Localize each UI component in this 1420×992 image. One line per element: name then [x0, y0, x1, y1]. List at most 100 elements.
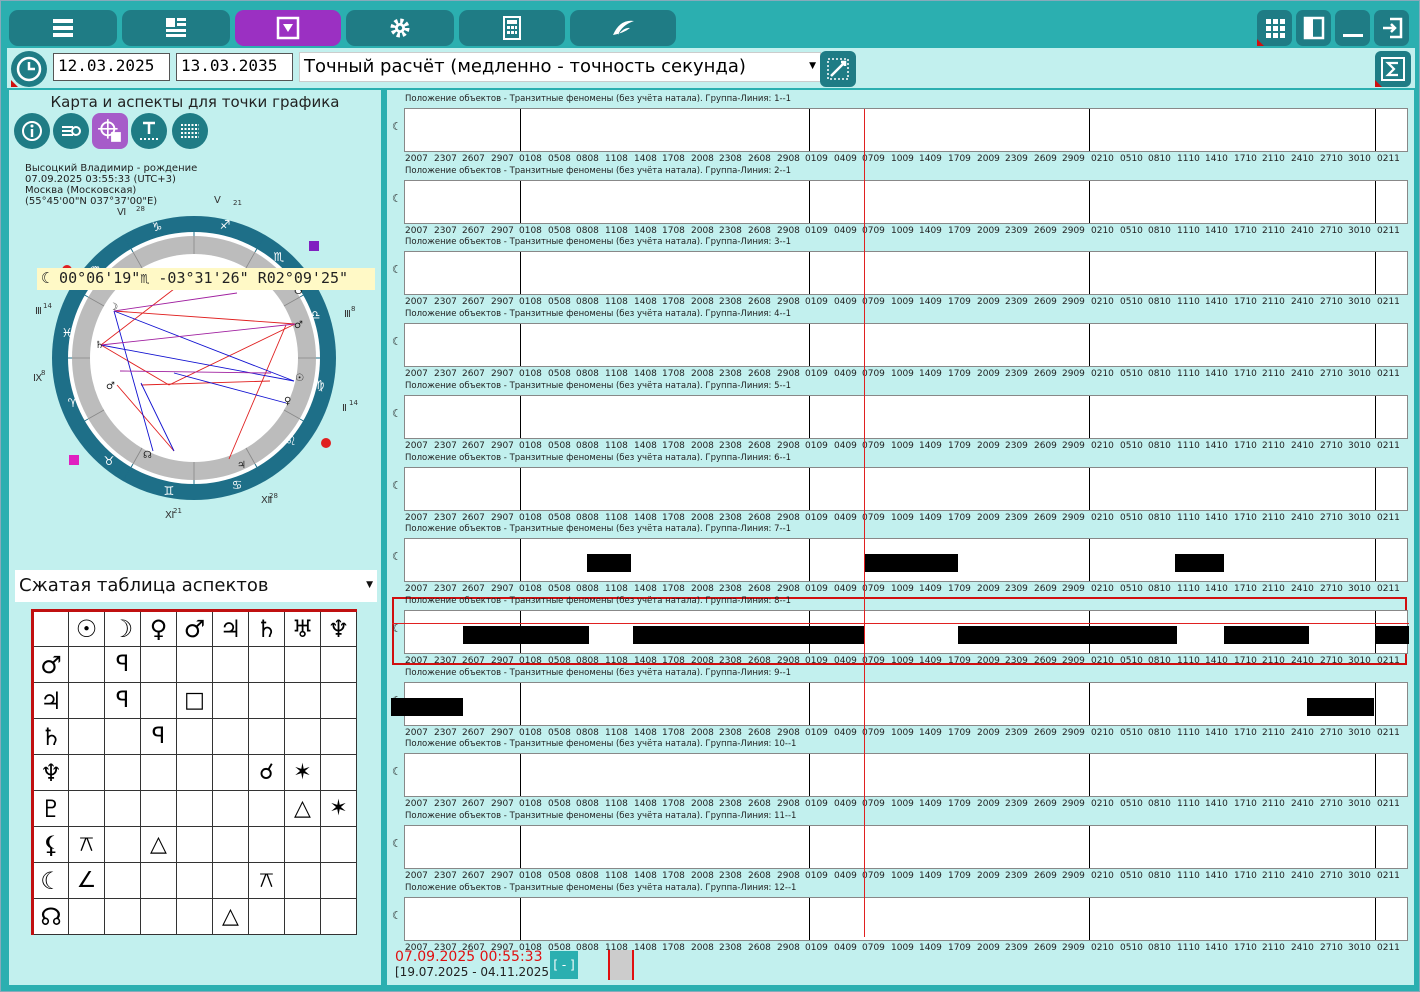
aspect-cell[interactable]	[104, 718, 141, 755]
aspect-cell[interactable]: △	[212, 898, 249, 935]
aspect-cell[interactable]	[104, 898, 141, 935]
timeline-row[interactable]	[404, 323, 1408, 368]
aspect-cell[interactable]	[212, 646, 249, 683]
aspect-cell[interactable]	[248, 646, 285, 683]
phenomenon-bar[interactable]	[958, 625, 1177, 644]
grid-view-button[interactable]	[1257, 10, 1292, 46]
date-to-input[interactable]: 13.03.2035	[176, 53, 293, 81]
phenomenon-bar[interactable]	[587, 554, 631, 573]
aspect-cell[interactable]	[140, 754, 177, 791]
phenomenon-bar[interactable]	[1375, 625, 1409, 644]
aspect-cell[interactable]	[104, 862, 141, 899]
date-from-input[interactable]: 12.03.2025	[53, 53, 170, 81]
aspect-cell[interactable]	[68, 718, 105, 755]
aspect-cell[interactable]	[68, 646, 105, 683]
logo-button[interactable]	[570, 10, 676, 46]
aspect-cell[interactable]	[104, 790, 141, 827]
aspect-cell[interactable]	[176, 646, 213, 683]
aspect-cell[interactable]	[140, 646, 177, 683]
timeline-row[interactable]	[404, 609, 1409, 654]
sum-button[interactable]	[1375, 51, 1411, 87]
aspect-cell[interactable]: △	[284, 790, 321, 827]
crosshair-grid-button[interactable]	[92, 113, 128, 149]
aspect-cell[interactable]: ⚻	[68, 826, 105, 863]
aspect-cell[interactable]	[248, 718, 285, 755]
transit-mode-button[interactable]	[235, 10, 341, 46]
aspect-cell[interactable]	[212, 682, 249, 719]
aspect-cell[interactable]: ꟼ	[140, 718, 177, 755]
aspect-cell[interactable]	[176, 826, 213, 863]
phenomenon-bar[interactable]	[1307, 697, 1374, 716]
aspect-cell[interactable]: ∠	[68, 862, 105, 899]
apply-button[interactable]	[820, 51, 856, 87]
calculator-button[interactable]	[459, 10, 565, 46]
aspect-cell[interactable]	[176, 790, 213, 827]
aspect-cell[interactable]	[320, 718, 357, 755]
table-tool-button[interactable]	[172, 113, 208, 149]
aspect-cell[interactable]: ꟼ	[104, 682, 141, 719]
aspect-cell[interactable]: □	[176, 682, 213, 719]
phenomenon-bar[interactable]	[391, 697, 463, 716]
timeline-row[interactable]	[404, 896, 1408, 941]
aspect-cell[interactable]	[248, 826, 285, 863]
aspect-cell[interactable]	[140, 682, 177, 719]
forward-button[interactable]	[53, 113, 89, 149]
aspect-cell[interactable]	[176, 898, 213, 935]
aspect-cell[interactable]	[176, 718, 213, 755]
aspect-cell[interactable]	[284, 718, 321, 755]
aspect-cell[interactable]: ꟼ	[104, 646, 141, 683]
timeline-row[interactable]	[404, 251, 1408, 296]
settings-button[interactable]	[346, 10, 454, 46]
aspect-cell[interactable]	[140, 898, 177, 935]
aspect-cell[interactable]	[68, 682, 105, 719]
zoom-out-button[interactable]: [ - ]	[550, 951, 578, 979]
aspect-cell[interactable]: ✶	[320, 790, 357, 827]
layout-button[interactable]	[122, 10, 230, 46]
aspect-cell[interactable]	[320, 682, 357, 719]
aspect-cell[interactable]	[140, 862, 177, 899]
timeline-row[interactable]	[404, 394, 1408, 439]
aspect-cell[interactable]	[68, 898, 105, 935]
aspect-cell[interactable]	[284, 682, 321, 719]
aspect-cell[interactable]	[284, 646, 321, 683]
aspect-cell[interactable]	[104, 754, 141, 791]
timeline-row[interactable]	[404, 538, 1408, 583]
timeline-row[interactable]	[404, 825, 1408, 869]
aspect-cell[interactable]	[68, 790, 105, 827]
aspect-cell[interactable]	[212, 754, 249, 791]
phenomenon-bar[interactable]	[1175, 554, 1224, 573]
aspect-cell[interactable]	[284, 898, 321, 935]
aspect-cell[interactable]	[320, 898, 357, 935]
panel-toggle-button[interactable]	[1296, 10, 1331, 46]
aspect-cell[interactable]	[212, 790, 249, 827]
aspect-cell[interactable]	[320, 646, 357, 683]
aspect-cell[interactable]	[104, 826, 141, 863]
aspect-cell[interactable]	[248, 790, 285, 827]
scroll-thumb[interactable]	[608, 950, 634, 980]
exit-button[interactable]	[1374, 10, 1409, 46]
aspect-cell[interactable]: ☌	[248, 754, 285, 791]
phenomenon-bar[interactable]	[633, 625, 865, 644]
aspect-cell[interactable]	[284, 826, 321, 863]
natal-wheel[interactable]: ♐♏♎♍ ♌♋♊♉ ♈♓♒♑ ☽♄♂♃ ♀☉♂☋ ☊ Ⅴ	[29, 193, 359, 523]
aspect-cell[interactable]	[284, 862, 321, 899]
aspect-cell[interactable]	[212, 826, 249, 863]
calc-mode-select[interactable]: Точный расчёт (медленно - точность секун…	[299, 52, 821, 82]
minimize-button[interactable]	[1335, 10, 1370, 46]
time-cursor[interactable]	[864, 109, 865, 937]
aspect-table-select[interactable]: Сжатая таблица аспектов ▼	[15, 570, 377, 602]
aspect-cell[interactable]	[320, 862, 357, 899]
aspect-cell[interactable]: ⚻	[248, 862, 285, 899]
aspect-cell[interactable]	[248, 898, 285, 935]
aspect-cell[interactable]	[176, 754, 213, 791]
aspect-cell[interactable]	[140, 790, 177, 827]
aspect-cell[interactable]: △	[140, 826, 177, 863]
timeline-row[interactable]	[391, 681, 1408, 726]
phenomenon-bar[interactable]	[463, 625, 589, 644]
aspect-cell[interactable]	[248, 682, 285, 719]
timeline-row[interactable]	[404, 466, 1408, 511]
aspect-cell[interactable]	[176, 862, 213, 899]
aspect-cell[interactable]	[68, 754, 105, 791]
aspect-cell[interactable]	[320, 826, 357, 863]
text-tool-button[interactable]	[131, 113, 167, 149]
